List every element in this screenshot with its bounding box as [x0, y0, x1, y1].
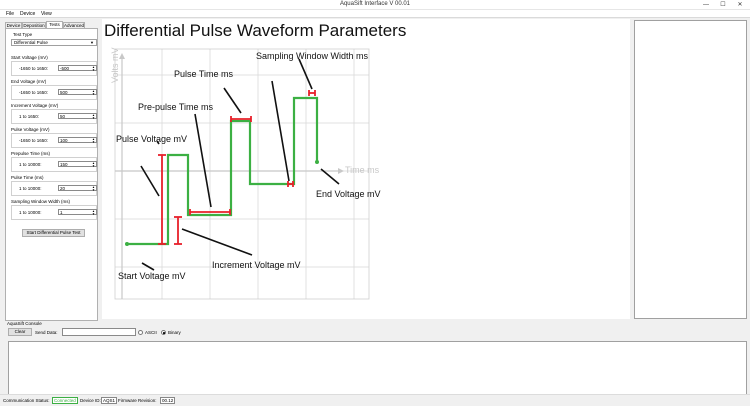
start-voltage-label: Start Voltage (mV): [11, 55, 48, 60]
spinner-icon[interactable]: ▲ ▼: [92, 114, 95, 120]
increment-voltage-group: 1 to 1650: 50 ▲ ▼: [11, 109, 97, 124]
status-bar: Communication Status: Connected Device I…: [0, 394, 750, 406]
spinner-icon[interactable]: ▲ ▼: [92, 162, 95, 168]
sampling-window-group: 1 to 10000: 1 ▲ ▼: [11, 205, 97, 220]
end-voltage-label: End Voltage (mV): [11, 79, 47, 84]
end-voltage-group: -1650 to 1650: 500 ▲ ▼: [11, 85, 97, 100]
window-title: AquaSift Interface V 00.01: [339, 1, 411, 7]
device-id-label: Device ID:: [80, 398, 101, 403]
spinner-icon[interactable]: ▲ ▼: [92, 66, 95, 72]
sampling-window-input[interactable]: 1 ▲ ▼: [58, 209, 97, 215]
pulse-voltage-label: Pulse Voltage (mV): [11, 127, 50, 132]
settings-panel: Device Deposition Tests Advanced Test Ty…: [3, 19, 98, 321]
send-data-input[interactable]: [62, 328, 136, 336]
pulse-voltage-group: -1650 to 1650: 100 ▲ ▼: [11, 133, 97, 148]
test-type-value: Differential Pulse: [14, 40, 48, 45]
prepulse-time-input[interactable]: 150 ▲ ▼: [58, 161, 97, 167]
sampling-window-range: 1 to 10000:: [19, 210, 42, 215]
title-bar: AquaSift Interface V 00.01 — ☐ ✕: [0, 0, 750, 10]
maximize-button[interactable]: ☐: [715, 0, 731, 10]
pulse-time-input[interactable]: 20 ▲ ▼: [58, 185, 97, 191]
increment-voltage-label: Increment Voltage (mV): [11, 103, 59, 108]
start-voltage-range: -1650 to 1650:: [19, 66, 49, 71]
time-axis-arrow: [338, 168, 344, 174]
pulse-time-label: Pulse Time (ms): [11, 175, 44, 180]
prepulse-time-range: 1 to 10000:: [19, 162, 42, 167]
pulse-time-value: 20: [60, 186, 66, 191]
end-point: [315, 160, 319, 164]
start-voltage-value: -500: [60, 66, 70, 71]
binary-radio[interactable]: [161, 330, 166, 335]
menu-device[interactable]: Device: [20, 11, 35, 17]
increment-voltage-input[interactable]: 50 ▲ ▼: [58, 113, 97, 119]
spinner-icon[interactable]: ▲ ▼: [92, 90, 95, 96]
menu-file[interactable]: File: [6, 11, 14, 17]
spinner-icon[interactable]: ▲ ▼: [92, 210, 95, 216]
end-voltage-annotation: End Voltage mV: [316, 189, 381, 199]
menu-bar: File Device View: [0, 10, 750, 18]
send-data-label: Send Data:: [35, 330, 58, 335]
start-test-button[interactable]: Start Differential Pulse Test: [22, 229, 85, 237]
start-voltage-input[interactable]: -500 ▲ ▼: [58, 65, 97, 71]
pulse-time-group: 1 to 10000: 20 ▲ ▼: [11, 181, 97, 196]
firmware-value: 00.12: [160, 397, 176, 404]
pulse-voltage-input[interactable]: 100 ▲ ▼: [58, 137, 97, 143]
minimize-button[interactable]: —: [698, 0, 714, 10]
time-axis-label: Time ms: [345, 165, 380, 175]
comm-status-label: Communication Status:: [3, 398, 50, 403]
end-voltage-input[interactable]: 500 ▲ ▼: [58, 89, 97, 95]
start-point: [125, 242, 129, 246]
prepulse-time-label: Prepulse Time (ms): [11, 151, 51, 156]
binary-label: Binary: [168, 330, 181, 335]
end-voltage-value: 500: [60, 90, 68, 95]
prepulse-time-value: 150: [60, 162, 68, 167]
measurement-markers: [158, 90, 316, 245]
sampling-window-label: Sampling Window Width (ms): [11, 199, 71, 204]
console-toolbar: Clear Send Data: ASCII Binary: [4, 327, 747, 339]
ascii-radio[interactable]: [138, 330, 143, 335]
pulse-time-range: 1 to 10000:: [19, 186, 42, 191]
device-id-value: AQS1: [101, 397, 118, 404]
prepulse-time-group: 1 to 10000: 150 ▲ ▼: [11, 157, 97, 172]
sampling-window-annotation: Sampling Window Width ms: [256, 51, 369, 61]
waveform-diagram: Time ms Volts mV Differential Pulse Wave…: [102, 19, 630, 319]
end-voltage-range: -1650 to 1650:: [19, 90, 49, 95]
volts-axis-label: Volts mV: [110, 47, 120, 83]
prepulse-time-annotation: Pre-pulse Time ms: [138, 102, 214, 112]
firmware-label: Firmware Revision:: [118, 398, 157, 403]
start-voltage-group: -1650 to 1650: -500 ▲ ▼: [11, 61, 97, 76]
sampling-window-value: 1: [60, 210, 63, 215]
pulse-time-annotation: Pulse Time ms: [174, 69, 234, 79]
pulse-voltage-range: -1650 to 1650:: [19, 138, 49, 143]
menu-view[interactable]: View: [41, 11, 52, 17]
pulse-voltage-value: 100: [60, 138, 68, 143]
close-button[interactable]: ✕: [732, 0, 748, 10]
tests-tab-panel: Test Type Differential Pulse ▼ Start Vol…: [5, 28, 98, 321]
increment-voltage-value: 50: [60, 114, 66, 119]
test-type-select[interactable]: Differential Pulse ▼: [11, 39, 97, 46]
chevron-down-icon: ▼: [90, 40, 94, 45]
console-output[interactable]: [8, 341, 747, 396]
start-voltage-annotation: Start Voltage mV: [118, 271, 186, 281]
clear-button[interactable]: Clear: [8, 328, 32, 336]
test-type-label: Test Type: [13, 32, 33, 37]
diagram-title: Differential Pulse Waveform Parameters: [104, 21, 406, 40]
increment-voltage-range: 1 to 1650:: [19, 114, 40, 119]
side-output-panel: [634, 20, 747, 319]
waveform-svg: Time ms Volts mV Differential Pulse Wave…: [104, 21, 406, 300]
comm-status-badge: Connected: [52, 397, 78, 404]
console-title: AquaSift Console: [7, 321, 42, 326]
pulse-voltage-annotation: Pulse Voltage mV: [116, 134, 187, 144]
spinner-icon[interactable]: ▲ ▼: [92, 138, 95, 144]
ascii-label: ASCII: [145, 330, 157, 335]
spinner-icon[interactable]: ▲ ▼: [92, 186, 95, 192]
increment-voltage-annotation: Increment Voltage mV: [212, 260, 301, 270]
